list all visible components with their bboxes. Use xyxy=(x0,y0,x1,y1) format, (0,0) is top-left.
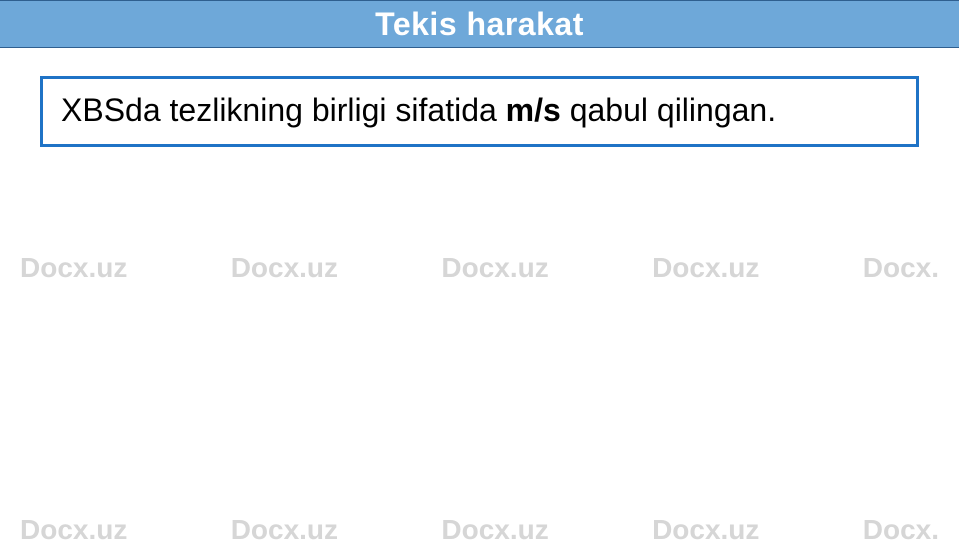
content-text: XBSda tezlikning birligi sifatida m/s qa… xyxy=(61,89,898,132)
watermark: Docx. xyxy=(863,514,939,546)
content-prefix: XBSda tezlikning birligi sifatida xyxy=(61,92,506,128)
content-box: XBSda tezlikning birligi sifatida m/s qa… xyxy=(40,76,919,147)
header-bar: Tekis harakat xyxy=(0,0,959,48)
watermark: Docx.uz xyxy=(20,514,127,546)
watermark: Docx.uz xyxy=(231,514,338,546)
watermark: Docx.uz xyxy=(652,252,759,284)
page-title: Tekis harakat xyxy=(375,6,584,43)
content-suffix: qabul qilingan. xyxy=(561,92,776,128)
watermark: Docx. xyxy=(863,252,939,284)
watermark: Docx.uz xyxy=(441,252,548,284)
watermark: Docx.uz xyxy=(652,514,759,546)
watermark: Docx.uz xyxy=(20,252,127,284)
content-bold-unit: m/s xyxy=(506,92,561,128)
watermark: Docx.uz xyxy=(441,514,548,546)
watermark: Docx.uz xyxy=(231,252,338,284)
